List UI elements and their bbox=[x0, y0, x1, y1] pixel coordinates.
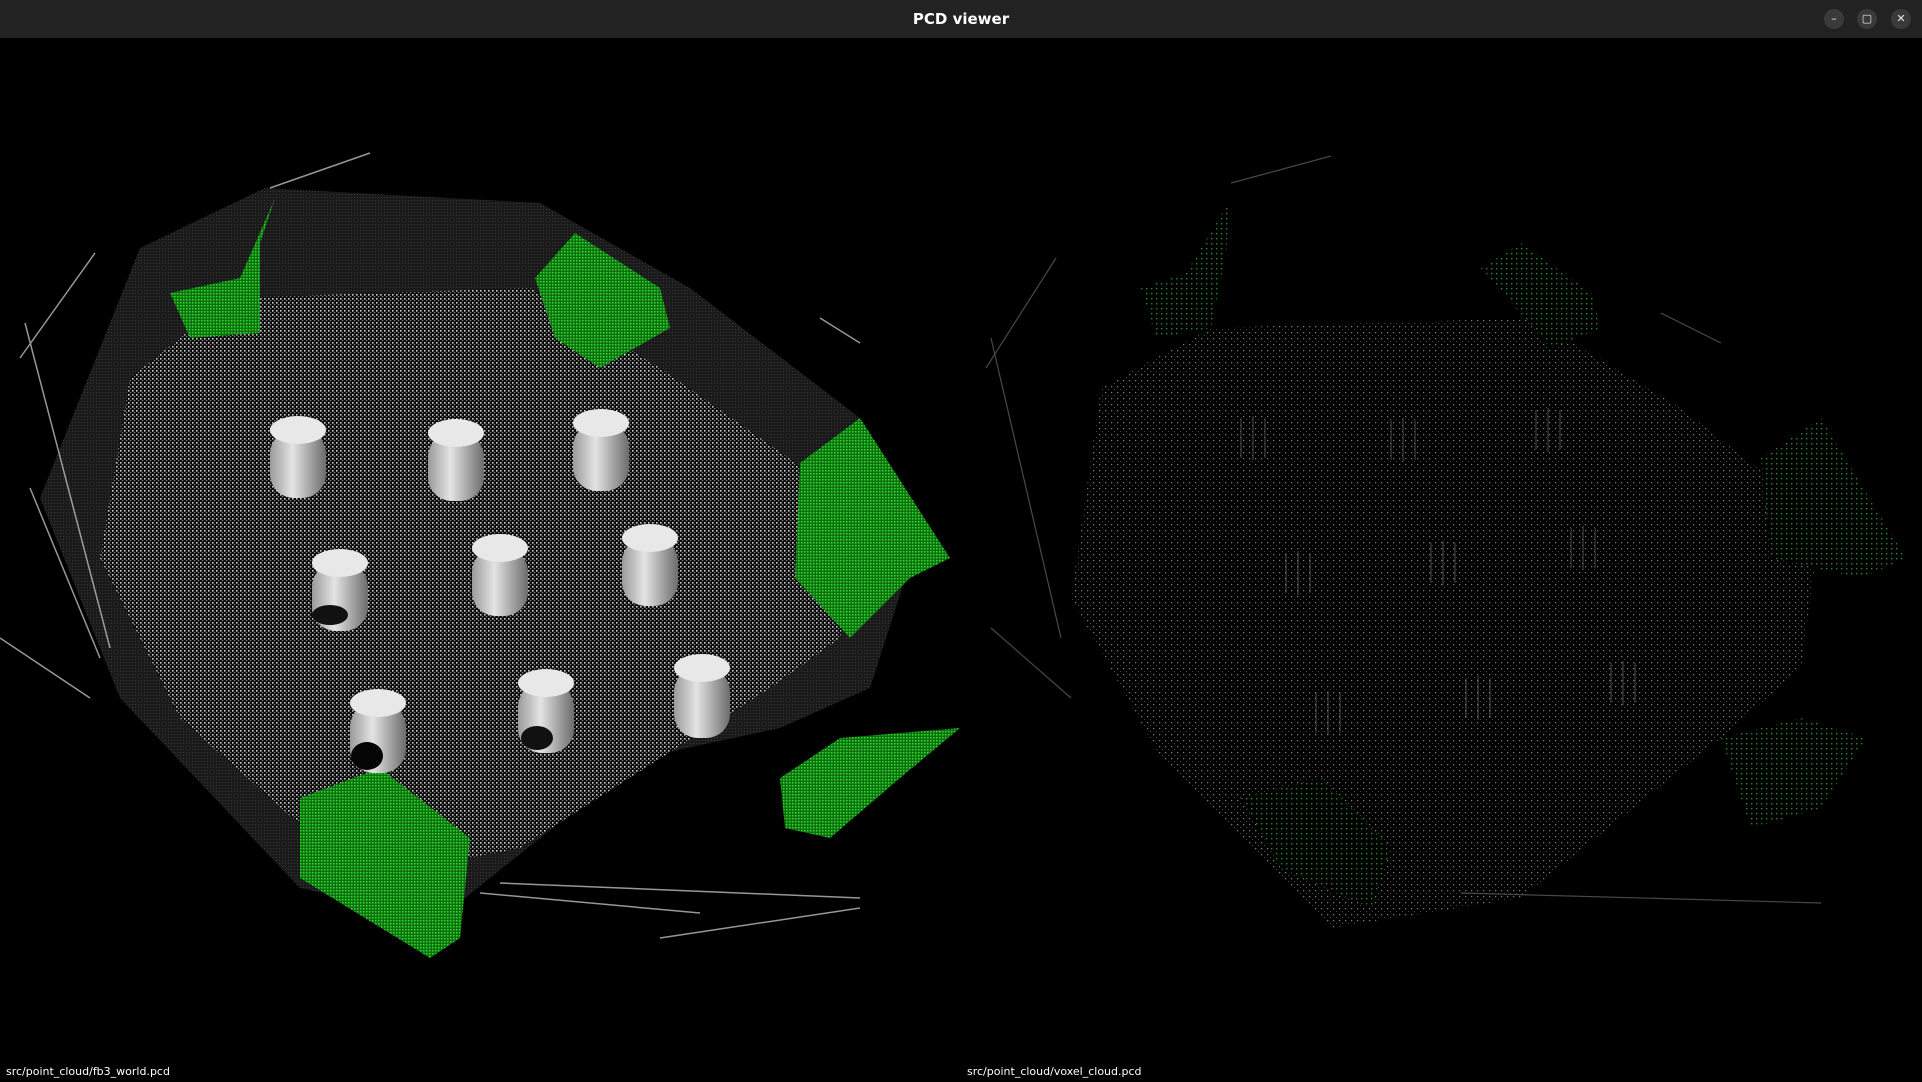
pillar bbox=[472, 534, 528, 616]
left-viewport[interactable]: src/point_cloud/fb3_world.pcd bbox=[0, 38, 961, 1082]
left-point-cloud-render bbox=[0, 152, 960, 958]
minimize-button[interactable]: – bbox=[1824, 9, 1844, 29]
voxel-green-wall bbox=[1141, 198, 1231, 338]
maximize-button[interactable]: ▢ bbox=[1857, 9, 1877, 29]
viewport-area: src/point_cloud/fb3_world.pcd src/point_… bbox=[0, 38, 1922, 1082]
right-point-cloud-render bbox=[985, 155, 1906, 928]
pillar bbox=[518, 669, 574, 753]
window-title: PCD viewer bbox=[912, 10, 1010, 28]
pillar bbox=[428, 419, 484, 501]
pillar bbox=[350, 689, 406, 773]
voxel-green-wall bbox=[1761, 418, 1906, 578]
green-wall-segment bbox=[780, 728, 960, 838]
title-bar[interactable]: PCD viewer – ▢ ✕ bbox=[0, 0, 1922, 39]
close-button[interactable]: ✕ bbox=[1891, 9, 1911, 29]
right-viewport[interactable]: src/point_cloud/voxel_cloud.pcd bbox=[961, 38, 1922, 1082]
pillar bbox=[622, 524, 678, 606]
pcd-viewer-window: PCD viewer – ▢ ✕ src/point_cloud/fb3_wor… bbox=[0, 0, 1922, 1082]
left-file-label: src/point_cloud/fb3_world.pcd bbox=[6, 1065, 170, 1078]
pillar bbox=[573, 409, 629, 491]
voxel-floor-surface bbox=[1071, 318, 1821, 928]
pillar bbox=[674, 654, 730, 738]
pillar bbox=[312, 549, 368, 631]
right-file-label: src/point_cloud/voxel_cloud.pcd bbox=[967, 1065, 1142, 1078]
pillar bbox=[270, 416, 326, 498]
voxel-green-wall bbox=[1721, 718, 1866, 828]
